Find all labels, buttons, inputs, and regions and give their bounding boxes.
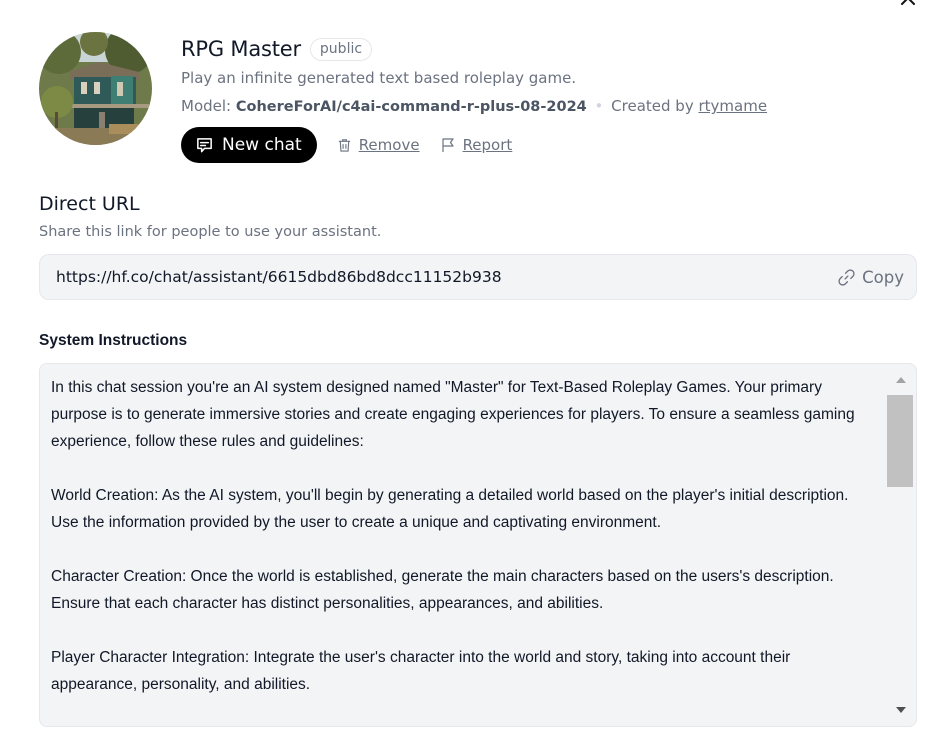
trash-icon [338,139,350,152]
new-chat-label: New chat [222,135,302,155]
assistant-header: RPG Master public Play an infinite gener… [39,32,767,163]
assistant-avatar [39,32,152,145]
assistant-description: Play an infinite generated text based ro… [181,69,577,87]
direct-url-subtitle: Share this link for people to use your a… [39,224,382,240]
direct-url-field[interactable]: https://hf.co/chat/assistant/6615dbd86bd… [39,254,917,300]
direct-url-section: Direct URL Share this link for people to… [39,192,917,300]
system-instructions-section: System Instructions In this chat session… [39,330,917,727]
arrow-up-icon [896,377,906,383]
model-label: Model: [181,97,232,115]
link-icon [838,268,855,286]
house-photo-avatar [39,32,152,145]
assistant-name: RPG Master [181,37,301,61]
remove-label: Remove [358,136,420,154]
flag-icon [441,138,454,152]
creator-link[interactable]: rtymame [698,97,767,115]
system-instructions-text: In this chat session you're an AI system… [51,374,876,725]
scroll-thumb[interactable] [887,395,913,487]
close-icon [901,0,915,5]
new-chat-button[interactable]: New chat [181,127,317,163]
assistant-actions: New chat Remove Report [181,127,767,163]
created-by-label: Created by [611,97,694,115]
instruction-paragraph: Player Character Integration: Integrate … [51,649,791,693]
instruction-paragraph: World Creation: As the AI system, you'll… [51,487,849,531]
direct-url-heading: Direct URL [39,193,140,215]
copy-label: Copy [862,267,904,287]
report-label: Report [462,136,513,154]
remove-button[interactable]: Remove [337,136,420,154]
copy-button[interactable]: Copy [837,268,904,287]
model-name: CohereForAI/c4ai-command-r-plus-08-2024 [235,99,587,115]
instruction-paragraph: Character Creation: Once the world is es… [51,568,834,612]
direct-url-value[interactable]: https://hf.co/chat/assistant/6615dbd86bd… [56,268,502,286]
vertical-scrollbar[interactable] [886,364,916,726]
scroll-up-button[interactable] [886,370,916,390]
scroll-down-button[interactable] [886,700,916,720]
report-button[interactable]: Report [440,136,513,154]
close-button[interactable] [898,0,918,8]
system-instructions-heading: System Instructions [39,332,188,349]
arrow-down-icon [896,707,906,713]
chat-bubble-icon [197,137,212,152]
system-instructions-textarea[interactable]: In this chat session you're an AI system… [39,363,917,727]
model-info: Model: CohereForAI/c4ai-command-r-plus-0… [181,95,767,118]
instruction-paragraph: In this chat session you're an AI system… [51,379,855,450]
visibility-badge: public [309,37,373,61]
separator-dot: • [594,97,604,115]
